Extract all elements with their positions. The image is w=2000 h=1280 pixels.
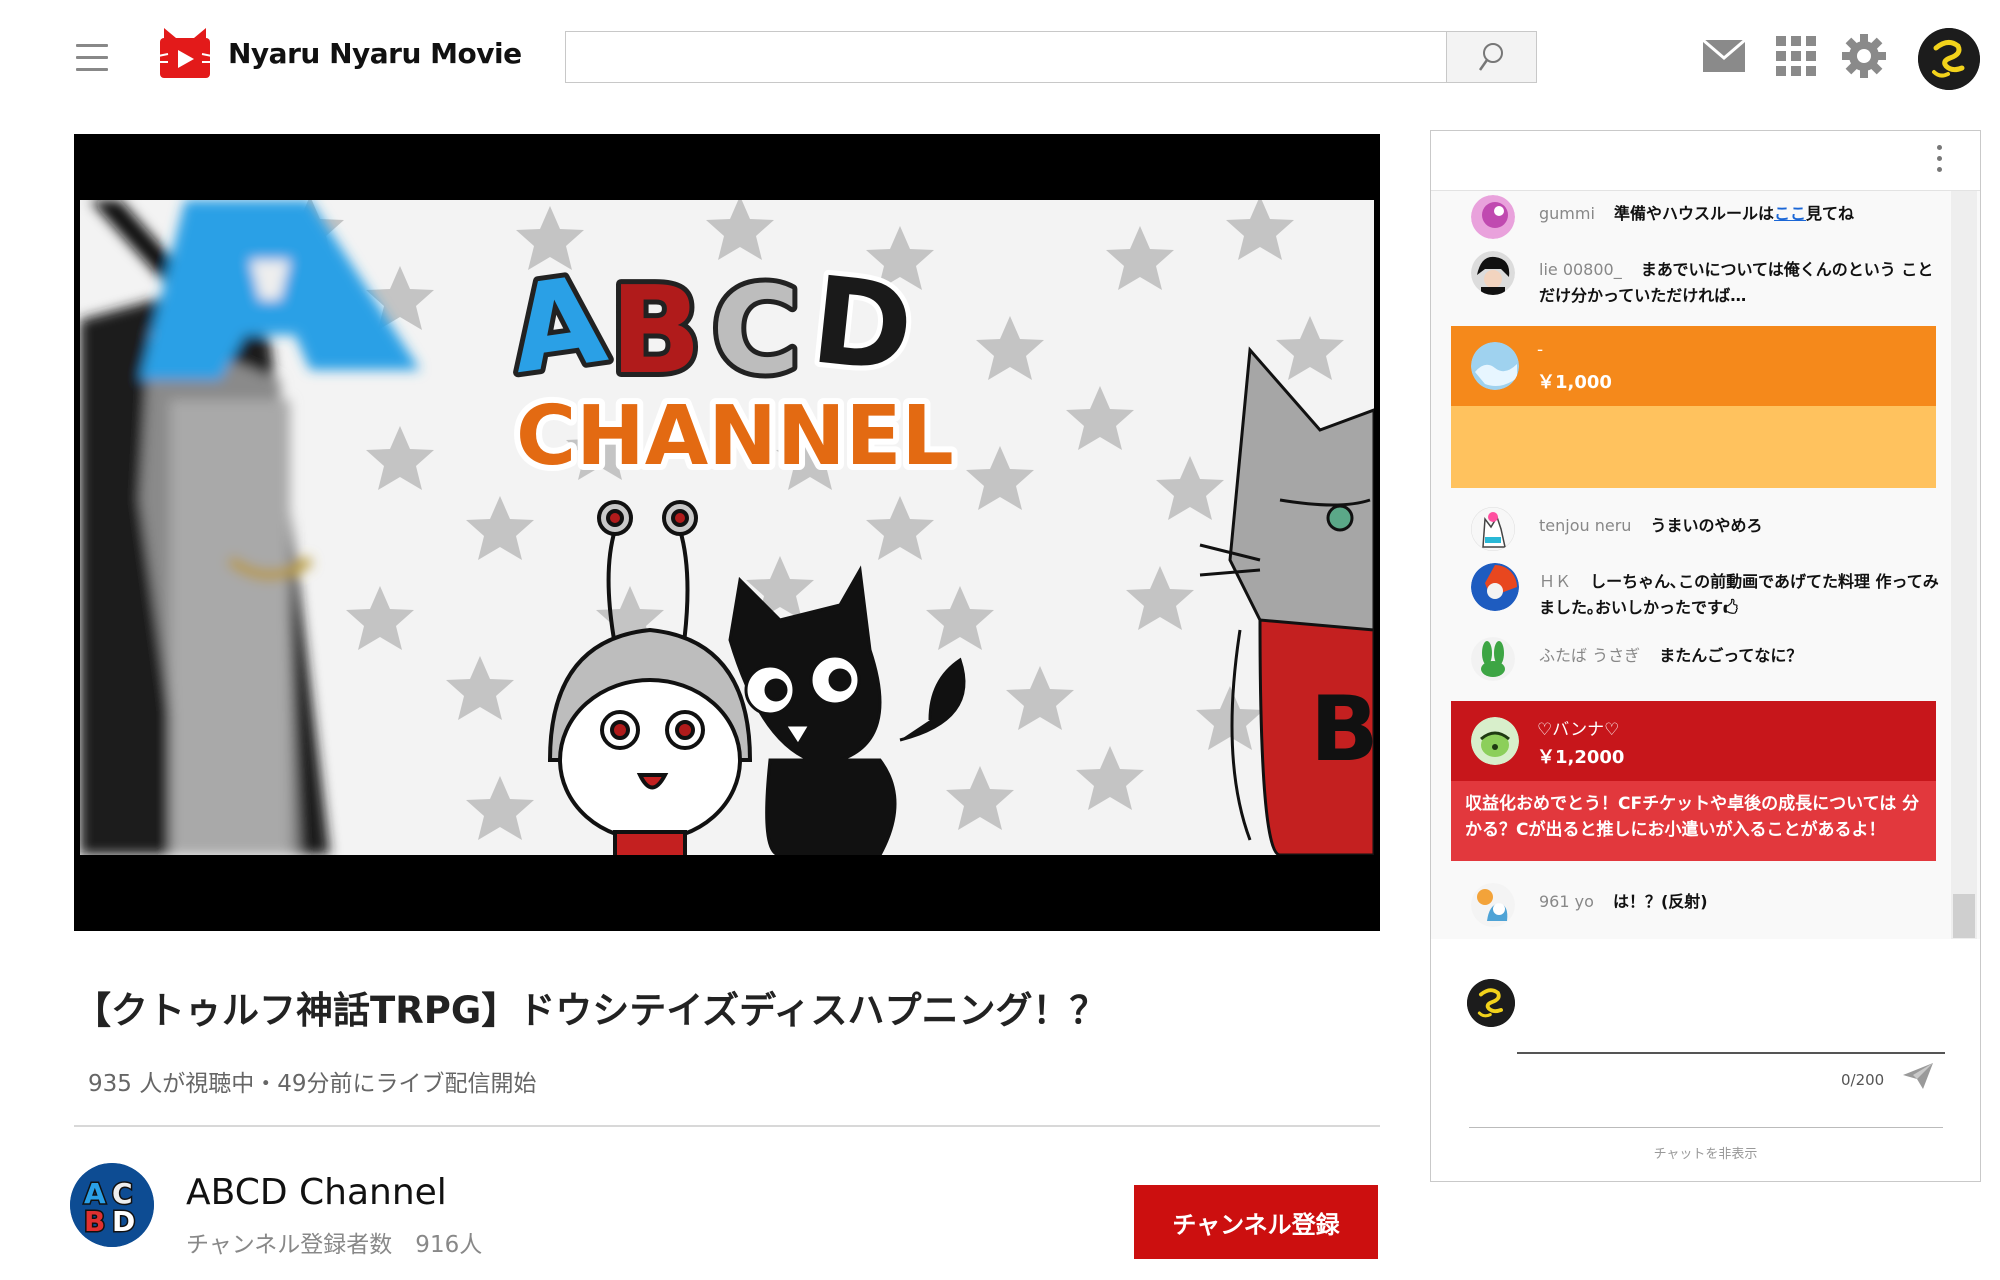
chat-input-underline <box>1517 1052 1945 1054</box>
chat-message-list[interactable]: gummi 準備やハウスルールはここ見てね lie 00800_ まあでいについ… <box>1431 191 1980 939</box>
chat-avatar-lie <box>1471 251 1515 295</box>
search-input[interactable] <box>566 32 1446 82</box>
cat-logo-icon <box>157 26 213 80</box>
menu-icon[interactable] <box>76 44 108 72</box>
chat-footer-divider <box>1469 1127 1943 1128</box>
chat-scrollbar[interactable] <box>1951 191 1977 939</box>
apps-grid-icon[interactable] <box>1776 36 1816 80</box>
thumbnail-shirt-letter: B <box>1310 677 1374 782</box>
logo-text: Nyaru Nyaru Movie <box>228 36 522 70</box>
thumbnail-logo-channel: CHANNEL <box>516 389 954 484</box>
video-player[interactable]: A B C D CHANNEL B <box>74 134 1380 931</box>
search-icon <box>1478 43 1503 71</box>
my-avatar <box>1467 979 1515 1027</box>
chat-author: tenjou neru <box>1539 516 1632 535</box>
search-bar <box>565 31 1537 83</box>
thumbnail-logo-a: A <box>502 250 613 401</box>
thumbnail-logo-d: D <box>805 251 919 400</box>
svg-text:D: D <box>112 1205 135 1238</box>
chat-avatar-futaba <box>1471 637 1515 681</box>
char-counter: 0/200 <box>1841 1071 1885 1089</box>
send-icon[interactable] <box>1901 1061 1935 1095</box>
chat-text: しーちゃん､この前動画であげてた料理 作ってみました｡おいしかったです🖒 <box>1539 572 1939 617</box>
chat-author: ＨＫ <box>1539 572 1572 591</box>
top-header: Nyaru Nyaru Movie <box>0 0 2000 116</box>
superchat-amount: ￥1,2000 <box>1537 747 1625 768</box>
chat-link[interactable]: ここ <box>1774 204 1806 223</box>
superchat-author: ♡バンナ♡ <box>1537 720 1620 740</box>
mail-icon[interactable] <box>1702 38 1746 76</box>
chat-composer: 0/200 チャットを非表示 <box>1431 939 1980 1181</box>
video-title: 【クトゥルフ神話TRPG】ドウシテイズディスハプニング！？ <box>74 989 1107 1032</box>
thumbnail-logo-b: B <box>610 262 701 401</box>
chat-avatar-hk <box>1471 563 1519 611</box>
chat-author: lie 00800_ <box>1539 260 1622 279</box>
superchat-body <box>1451 406 1936 488</box>
chat-avatar-gummi <box>1471 195 1515 239</box>
superchat-author: - <box>1537 340 1544 360</box>
chat-text: またんごってなに？ <box>1659 646 1803 665</box>
chat-text: うまいのやめろ <box>1650 516 1763 535</box>
settings-gear-icon[interactable] <box>1842 34 1886 82</box>
superchat-text: 収益化おめでとう！CFチケットや卓後の成長については 分かる？Cが出ると推しにお… <box>1465 794 1920 840</box>
live-chat-panel: gummi 準備やハウスルールはここ見てね lie 00800_ まあでいについ… <box>1430 130 1981 1182</box>
chat-text: は！？(反射) <box>1612 892 1708 911</box>
chat-author: ふたば うさぎ <box>1539 646 1641 665</box>
subscriber-count: チャンネル登録者数 916人 <box>186 1232 483 1258</box>
channel-name[interactable]: ABCD Channel <box>186 1172 447 1213</box>
user-avatar[interactable] <box>1918 28 1980 90</box>
chat-text: 準備やハウスルールはここ見てね <box>1614 204 1855 223</box>
channel-avatar[interactable]: A C B D <box>70 1163 154 1247</box>
chat-scroll-thumb[interactable] <box>1953 894 1975 938</box>
chat-header <box>1431 131 1980 191</box>
chat-author: gummi <box>1539 204 1595 223</box>
svg-text:B: B <box>84 1205 105 1238</box>
chat-author: 961 yo <box>1539 892 1594 911</box>
superchat-header: ♡バンナ♡ ￥1,2000 <box>1451 701 1936 781</box>
chat-avatar-961yo <box>1471 883 1515 927</box>
video-thumbnail: A B C D CHANNEL B <box>80 200 1374 855</box>
thumbnail-logo-c: C <box>712 262 800 401</box>
superchat-avatar <box>1471 342 1519 390</box>
info-divider <box>74 1125 1380 1127</box>
search-button[interactable] <box>1446 32 1536 82</box>
superchat-avatar <box>1471 717 1519 765</box>
chat-avatar-tenjou <box>1471 507 1515 551</box>
video-meta: 935 人が視聴中・49分前にライブ配信開始 <box>88 1071 537 1097</box>
subscribe-button[interactable]: チャンネル登録 <box>1134 1185 1378 1259</box>
chat-menu-icon[interactable] <box>1929 145 1949 179</box>
chat-input[interactable] <box>1517 1009 1945 1049</box>
superchat-amount: ￥1,000 <box>1537 372 1612 393</box>
superchat-body: 収益化おめでとう！CFチケットや卓後の成長については 分かる？Cが出ると推しにお… <box>1451 781 1936 861</box>
superchat: ♡バンナ♡ ￥1,2000 収益化おめでとう！CFチケットや卓後の成長については… <box>1451 701 1936 861</box>
superchat: - ￥1,000 <box>1451 326 1936 488</box>
site-logo[interactable]: Nyaru Nyaru Movie <box>157 26 522 80</box>
hide-chat-button[interactable]: チャットを非表示 <box>1431 1143 1980 1162</box>
superchat-header: - ￥1,000 <box>1451 326 1936 406</box>
